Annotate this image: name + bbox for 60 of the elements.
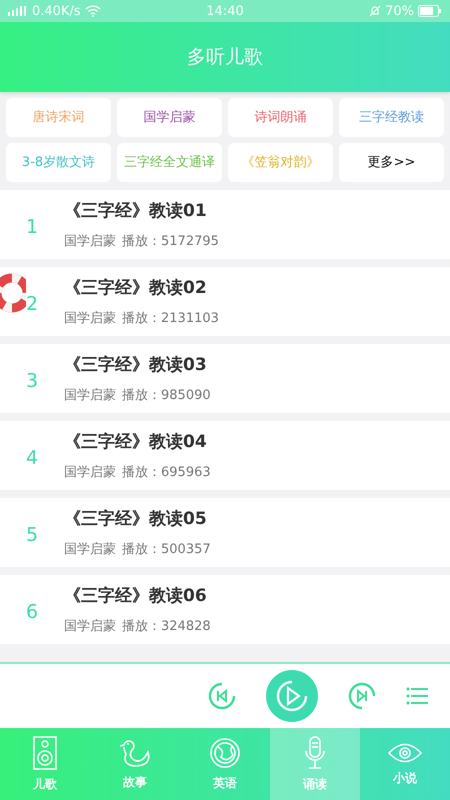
next-button[interactable]: [348, 682, 376, 710]
app-title: 多听儿歌: [187, 45, 263, 70]
tab[interactable]: 小说: [360, 728, 450, 800]
track-number: 2: [26, 292, 38, 314]
tab[interactable]: 儿歌: [0, 728, 90, 800]
track-category: 国学启蒙: [64, 310, 116, 327]
track-number: 1: [26, 216, 38, 238]
track-category: 国学启蒙: [64, 464, 116, 481]
track-number: 6: [26, 600, 38, 622]
battery-percent: 70%: [385, 4, 414, 18]
play-count: 播放：324828: [122, 618, 211, 635]
play-count: 播放：500357: [122, 541, 211, 558]
category-button[interactable]: 国学启蒙: [117, 98, 222, 137]
track-row[interactable]: 2 《三字经》教读02 国学启蒙 播放：2131103: [0, 267, 450, 336]
category-button[interactable]: 3-8岁散文诗: [6, 143, 111, 182]
microphone-icon: [304, 736, 326, 770]
track-title: 《三字经》教读01: [64, 200, 208, 222]
play-count: 播放：2131103: [122, 310, 219, 327]
track-title: 《三字经》教读03: [64, 354, 208, 376]
signal-icon: [8, 6, 28, 16]
track-category: 国学启蒙: [64, 387, 116, 404]
track-title: 《三字经》教读02: [64, 277, 208, 299]
track-title: 《三字经》教读05: [64, 508, 208, 530]
track-category: 国学启蒙: [64, 541, 116, 558]
category-button[interactable]: 唐诗宋词: [6, 98, 111, 137]
tab[interactable]: 故事: [90, 728, 180, 800]
track-number: 5: [26, 524, 38, 546]
track-row[interactable]: 6 《三字经》教读06 国学启蒙 播放：324828: [0, 575, 450, 644]
mute-icon: [369, 5, 382, 17]
category-button[interactable]: 更多>>: [339, 143, 444, 182]
wifi-icon: [84, 5, 101, 17]
playlist-button[interactable]: [406, 687, 428, 705]
category-button[interactable]: 《笠翁对韵》: [228, 143, 333, 182]
category-button[interactable]: 三字经教读: [339, 98, 444, 137]
speaker-icon: [33, 736, 57, 770]
network-speed: 0.40K/s: [32, 4, 81, 18]
battery-icon: [418, 5, 442, 17]
track-title: 《三字经》教读06: [64, 585, 208, 607]
track-number: 4: [26, 446, 38, 468]
tab[interactable]: 英语: [180, 728, 270, 800]
category-button[interactable]: 三字经全文通译: [117, 143, 222, 182]
globe-icon: [209, 736, 241, 768]
track-number: 3: [26, 370, 38, 392]
track-title: 《三字经》教读04: [64, 431, 208, 453]
clock: 14:40: [206, 4, 244, 18]
track-row[interactable]: 5 《三字经》教读05 国学启蒙 播放：500357: [0, 498, 450, 567]
track-row[interactable]: 1 《三字经》教读01 国学启蒙 播放：5172795: [0, 190, 450, 259]
track-category: 国学启蒙: [64, 233, 116, 250]
play-button[interactable]: [266, 670, 318, 722]
track-category: 国学启蒙: [64, 618, 116, 635]
previous-button[interactable]: [208, 682, 236, 710]
play-count: 播放：5172795: [122, 233, 219, 250]
play-count: 播放：695963: [122, 464, 211, 481]
play-count: 播放：985090: [122, 387, 211, 404]
lifebuoy-icon[interactable]: [0, 272, 26, 314]
duck-icon: [118, 738, 152, 768]
track-row[interactable]: 3 《三字经》教读03 国学启蒙 播放：985090: [0, 344, 450, 413]
eye-icon: [388, 742, 422, 764]
category-button[interactable]: 诗词朗诵: [228, 98, 333, 137]
track-row[interactable]: 4 《三字经》教读04 国学启蒙 播放：695963: [0, 421, 450, 490]
